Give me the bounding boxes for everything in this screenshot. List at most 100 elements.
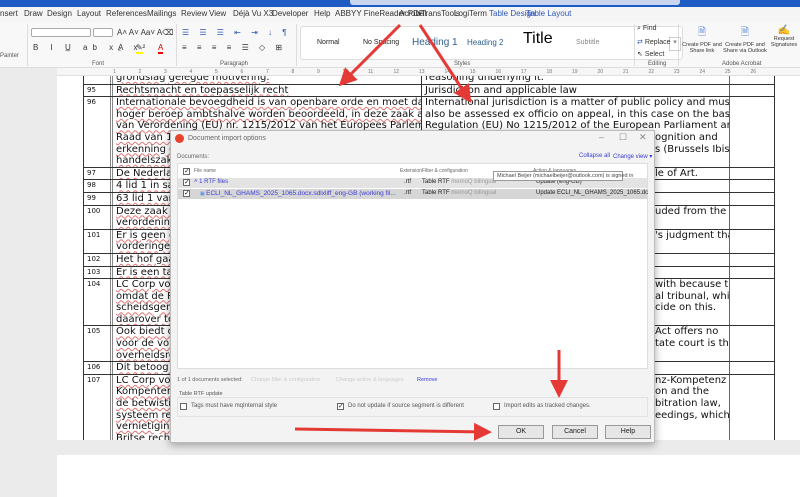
table-row[interactable]: 95 Rechtsmacht en toepasselijk recht Juris… (83, 84, 775, 98)
extra-cell[interactable] (730, 192, 775, 205)
list-row-file[interactable]: ✓ ▣ ECLI_NL_GHAMS_2025_1065.docx.sdlxlif… (178, 189, 648, 199)
maximize-button[interactable]: ☐ (619, 132, 627, 143)
signature-icon: ✍ (777, 25, 791, 36)
pdf-icon: 🗎 (697, 27, 707, 38)
search-box[interactable] (350, 0, 680, 5)
tab-review[interactable]: Review (181, 9, 207, 18)
highlight-icon[interactable]: ✎ (136, 43, 143, 54)
do-not-update-checkbox[interactable]: ✓ (337, 403, 344, 410)
style-no-spacing[interactable]: No Spacing (363, 39, 399, 46)
font-format-icons[interactable]: B I U̲ ab x₂ x² (33, 43, 150, 52)
row-checkbox[interactable]: ✓ (183, 190, 190, 197)
cursor-icon: ⇖ (637, 51, 645, 58)
documents-list: ✓ File name Extension Filter & configura… (177, 163, 648, 369)
extension: .rtf (404, 179, 411, 185)
extra-cell[interactable] (730, 180, 775, 192)
create-pdf-share-link-button[interactable]: 🗎 Create PDF and Share link (682, 25, 722, 54)
extra-cell[interactable] (730, 266, 775, 279)
column-filter[interactable]: Filter & configuration (422, 168, 468, 174)
help-button[interactable]: Help (605, 425, 651, 439)
collapse-all-link[interactable]: Collapse all (579, 153, 610, 159)
tab-design[interactable]: Design (47, 9, 72, 18)
target-line: Act offers no (655, 326, 719, 338)
tags-mqinternal-checkbox[interactable] (180, 403, 187, 410)
close-button[interactable]: ✕ (639, 132, 647, 143)
font-size-input[interactable] (93, 28, 113, 37)
tab-draw[interactable]: Draw (24, 9, 43, 18)
selection-status: 1 of 1 documents selected: (177, 377, 243, 383)
table-row[interactable]: grondslag gelegde motivering. reasoning u… (83, 76, 775, 85)
extra-cell[interactable] (730, 205, 775, 229)
select-button[interactable]: ⇖ Select (637, 50, 664, 58)
target-cell[interactable]: reasoning underlying it. (422, 76, 730, 84)
style-heading-1[interactable]: Heading 1 (412, 37, 458, 48)
extra-cell[interactable] (730, 229, 775, 253)
documents-label: Documents: (177, 154, 210, 160)
list-icons[interactable]: ☰ ☰ ☰ ⇤ ⇥ ↓ ¶ (182, 28, 291, 37)
format-painter-button[interactable]: Painter (0, 53, 19, 59)
document-page-next[interactable] (57, 455, 800, 497)
extra-cell[interactable] (730, 167, 775, 180)
target-line: s (Brussels Ibis (655, 143, 730, 155)
target-line: le of Art. (655, 167, 698, 179)
replace-button[interactable]: ⇄ Replace (637, 38, 671, 46)
create-pdf-outlook-button[interactable]: 🗎 Create PDF and Share via Outlook (722, 25, 768, 54)
paragraph-group-label: Paragraph (220, 61, 249, 67)
tab-layout[interactable]: Layout (77, 9, 101, 18)
target-cell[interactable]: Jurisdiction and applicable law (422, 84, 730, 97)
segment-number (83, 76, 113, 84)
target-line: al tribunal, which, (655, 290, 730, 302)
text-effects-icon[interactable]: A (118, 43, 123, 52)
target-line: 's judgment that (655, 229, 730, 241)
tab-references[interactable]: References (106, 9, 147, 18)
target-line: on and the (655, 386, 710, 398)
column-file-name[interactable]: File name (194, 168, 216, 174)
extra-cell[interactable] (730, 97, 775, 167)
style-normal[interactable]: Normal (317, 39, 340, 46)
extra-cell[interactable] (730, 374, 775, 440)
minimize-button[interactable]: – (599, 132, 604, 142)
extra-cell[interactable] (730, 326, 775, 362)
extra-cell[interactable] (730, 279, 775, 326)
extra-cell[interactable] (730, 253, 775, 266)
ruler-tick: 11 (368, 69, 374, 75)
find-button[interactable]: ⌕ Find (637, 25, 657, 33)
cancel-button[interactable]: Cancel (552, 425, 598, 439)
ruler-tick: 23 (674, 69, 680, 75)
column-extension[interactable]: Extension (400, 168, 422, 174)
tab-logiterm[interactable]: LogiTerm (454, 9, 487, 18)
tab-d-j-vu-x3[interactable]: Déjà Vu X3 (233, 9, 273, 18)
segment-number: 97 (83, 167, 113, 180)
ok-button[interactable]: OK (498, 425, 544, 439)
horizontal-ruler[interactable]: 1 2 3 4 5 6 7 8 9 10 11 12 13 14 15 16 17 18 19 20 21 22 23 24 2… (57, 68, 800, 76)
segment-number: 95 (83, 84, 113, 97)
extra-cell[interactable] (730, 362, 775, 374)
extra-cell[interactable] (730, 76, 775, 84)
tab-mailings[interactable]: Mailings (147, 9, 176, 18)
tab-nsert[interactable]: nsert (0, 9, 18, 18)
font-size-icons[interactable]: A˄ A˅ Aa˅ A⌫ (117, 28, 173, 37)
request-signatures-button[interactable]: ✍ Request Signatures (768, 25, 800, 48)
tab-table-layout[interactable]: Table Layout (526, 9, 571, 18)
source-cell[interactable]: grondslag gelegde motivering. (113, 76, 422, 84)
row-checkbox[interactable]: ✓ (183, 179, 190, 186)
remove-link[interactable]: Remove (417, 377, 437, 383)
tab-developer[interactable]: Developer (272, 9, 308, 18)
style-subtitle[interactable]: Subtitle (576, 39, 599, 46)
style-heading-2[interactable]: Heading 2 (467, 38, 503, 47)
style-title[interactable]: Title (523, 30, 553, 48)
font-color-icon[interactable]: A (158, 43, 164, 54)
change-view-link[interactable]: Change view ▾ (613, 153, 652, 160)
tab-help[interactable]: Help (314, 9, 330, 18)
alignment-icons[interactable]: ≡ ≡ ≡ ≡ ☰ ◇ ⊞ (182, 43, 286, 52)
source-cell[interactable]: Rechtsmacht en toepasselijk recht (113, 84, 422, 97)
segment-number: 103 (83, 266, 113, 279)
target-line: ognition and (655, 131, 718, 143)
tab-view[interactable]: View (209, 9, 226, 18)
ruler-tick: 8 (291, 69, 295, 75)
import-tracked-changes-checkbox[interactable] (493, 403, 500, 410)
extra-cell[interactable] (730, 84, 775, 97)
target-line: reasoning underlying it. (425, 76, 544, 83)
font-name-input[interactable] (31, 28, 91, 37)
source-line: grondslag gelegde motivering. (116, 76, 270, 83)
